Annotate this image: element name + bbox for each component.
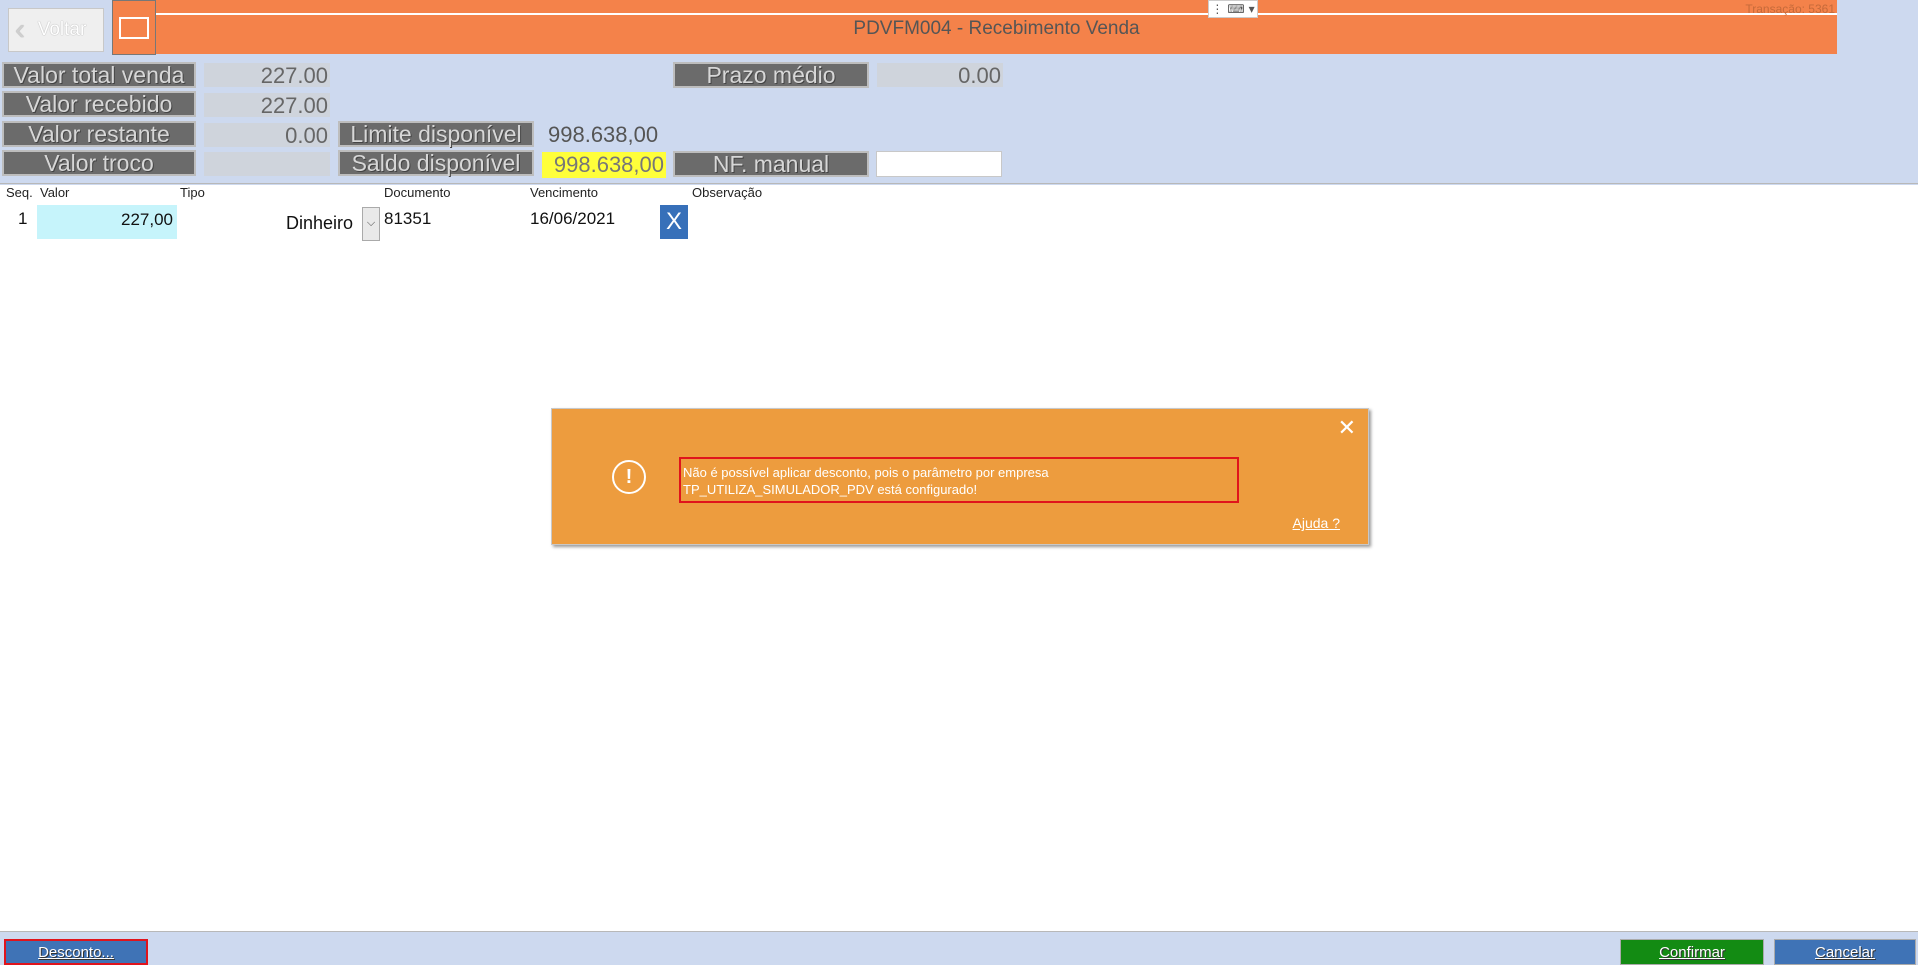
saldo-disponivel-label: Saldo disponível: [338, 150, 534, 176]
prazo-medio-value: 0.00: [877, 63, 1003, 88]
warning-dialog: ✕ ! Não é possível aplicar desconto, poi…: [551, 408, 1369, 545]
back-button-label: Voltar: [37, 19, 87, 40]
grid-top-border: [0, 183, 1918, 184]
valor-total-venda-label: Valor total venda: [2, 62, 196, 88]
drag-handle-icon: ⋮: [1211, 2, 1224, 16]
title-divider: [156, 13, 1837, 15]
table-row: 1 227,00 Dinheiro ⌵ 81351 16/06/2021 X: [0, 203, 1918, 241]
valor-recebido-label: Valor recebido: [2, 91, 196, 117]
cancelar-button[interactable]: Cancelar: [1774, 939, 1916, 965]
dialog-message: Não é possível aplicar desconto, pois o …: [679, 457, 1239, 503]
col-seq: Seq.: [6, 185, 33, 200]
chevron-down-icon: ▾: [1248, 2, 1255, 16]
keyboard-icon: ⌨: [1227, 2, 1245, 16]
valor-troco-value: [204, 152, 330, 176]
col-documento: Documento: [384, 185, 451, 200]
window-icon: [119, 16, 149, 39]
valor-recebido-value: 227.00: [204, 93, 330, 118]
transaction-label: Transação: 5361: [1745, 2, 1835, 16]
limite-disponivel-label: Limite disponível: [338, 121, 534, 147]
page-title: PDVFM004 - Recebimento Venda: [853, 18, 1140, 39]
top-header: ‹ Voltar PDVFM004 - Recebimento Venda Tr…: [0, 0, 1918, 57]
nf-manual-label: NF. manual: [673, 151, 869, 177]
valor-troco-label: Valor troco: [2, 150, 196, 176]
row-documento[interactable]: 81351: [384, 209, 431, 229]
chevron-left-icon: ‹: [15, 13, 25, 46]
footer-bar: Desconto... Confirmar Cancelar: [0, 931, 1918, 965]
col-valor: Valor: [40, 185, 70, 200]
delete-row-button[interactable]: X: [660, 205, 688, 239]
col-observacao: Observação: [692, 185, 763, 200]
toolbar-chip[interactable]: ⋮ ⌨ ▾: [1208, 0, 1258, 18]
desconto-button[interactable]: Desconto...: [4, 939, 148, 965]
title-bar: PDVFM004 - Recebimento Venda Transação: …: [156, 0, 1837, 54]
nf-manual-input[interactable]: [876, 151, 1002, 177]
limite-disponivel-value: 998.638,00: [548, 122, 659, 147]
row-seq: 1: [18, 209, 28, 228]
row-tipo-select[interactable]: Dinheiro: [286, 213, 353, 234]
close-icon[interactable]: ✕: [1338, 415, 1356, 441]
valor-restante-value: 0.00: [204, 123, 330, 148]
saldo-disponivel-value: 998.638,00: [542, 152, 666, 178]
summary-panel: Valor total venda 227.00 Valor recebido …: [0, 57, 1918, 185]
help-link[interactable]: Ajuda ?: [1293, 515, 1340, 531]
grid-header: Seq. Valor Tipo Documento Vencimento Obs…: [0, 185, 1918, 203]
tipo-dropdown-button[interactable]: ⌵: [362, 207, 380, 241]
warning-icon: !: [612, 460, 646, 494]
app-window: ‹ Voltar PDVFM004 - Recebimento Venda Tr…: [0, 0, 1918, 965]
back-button[interactable]: ‹ Voltar: [8, 8, 104, 52]
valor-restante-label: Valor restante: [2, 121, 196, 147]
confirmar-button[interactable]: Confirmar: [1620, 939, 1764, 965]
prazo-medio-label: Prazo médio: [673, 62, 869, 88]
col-tipo: Tipo: [180, 185, 205, 200]
valor-total-venda-value: 227.00: [204, 63, 330, 88]
row-valor-input[interactable]: 227,00: [37, 205, 177, 239]
row-vencimento[interactable]: 16/06/2021: [530, 209, 615, 229]
menu-button[interactable]: [112, 0, 156, 55]
chevron-down-icon: ⌵: [366, 217, 376, 229]
col-vencimento: Vencimento: [530, 185, 598, 200]
